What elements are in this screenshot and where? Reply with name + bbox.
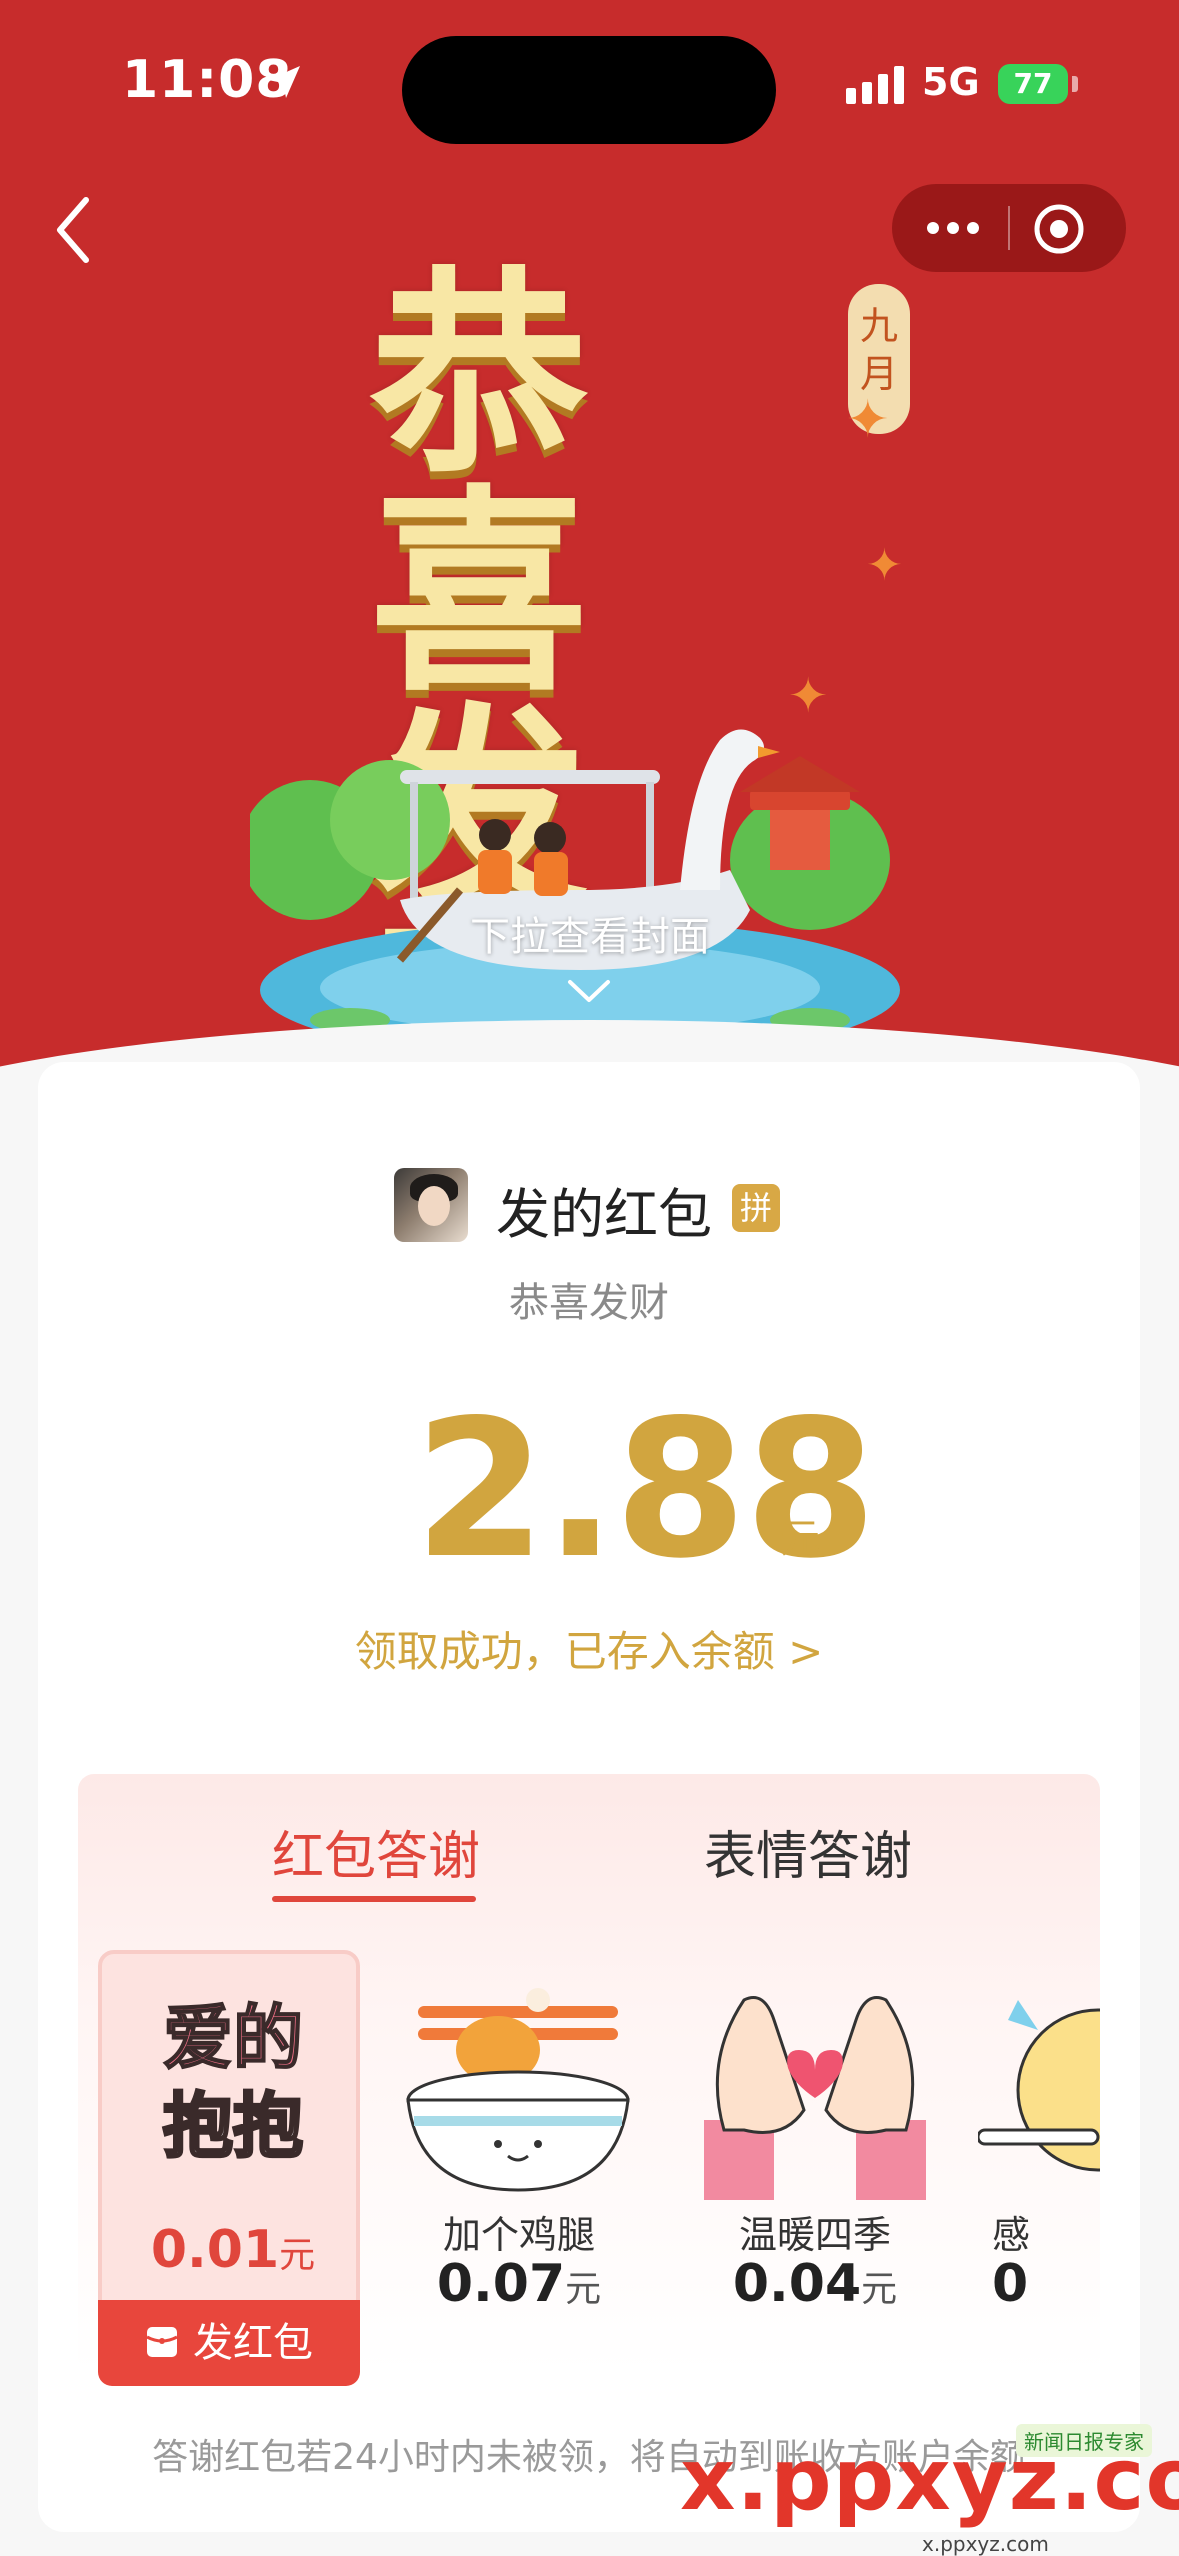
thanks-gift-partial[interactable]: 感 0 (978, 1950, 1100, 2370)
amount-unit: 元 (780, 1516, 820, 1562)
thanks-gift-warm-seasons[interactable]: 温暖四季 0.04元 (684, 1950, 946, 2370)
rice-bowl-drumstick-icon (406, 1988, 630, 2192)
swan-boat-illustration (250, 729, 900, 1060)
maple-leaf-icon: ✦ (866, 540, 903, 591)
network-type: 5G (922, 60, 980, 104)
location-arrow-icon (268, 66, 300, 98)
tab-sticker-thanks[interactable]: 表情答谢 (704, 1814, 912, 1889)
hug-art-line1: 爱的 (163, 1997, 303, 2079)
mini-program-capsule (892, 184, 1126, 272)
hug-art-line2: 抱抱 (163, 2085, 303, 2167)
cover-title-line1: 恭喜 (370, 250, 594, 721)
gift-name: 温暖四季 (738, 2213, 891, 2257)
thanks-sticker-icon (978, 2000, 1100, 2172)
red-packet-detail-card: 发的红包 拼 恭喜发财 2.88 元 领取成功，已存入余额 > 红包答谢 表情答… (38, 1062, 1140, 2532)
battery-level: 77 (998, 64, 1068, 104)
watermark-text: x.ppxyz.com (680, 2430, 1179, 2530)
capsule-divider (1008, 206, 1010, 250)
gift-name: 加个鸡腿 (442, 2213, 595, 2257)
thanks-gift-chicken-leg[interactable]: 加个鸡腿 0.07元 (388, 1950, 650, 2370)
red-packet-detail-page: 恭喜 发财 九月 ✦ ✦ ✦ (0, 0, 1179, 2556)
sender-row: 发的红包 拼 (38, 1162, 1140, 1252)
active-tab-indicator (272, 1896, 476, 1902)
dynamic-island (402, 36, 776, 144)
sender-name: 发的红包 (496, 1183, 712, 1246)
group-badge: 拼 (732, 1184, 780, 1232)
watermark-subtext: x.ppxyz.com (922, 2532, 1049, 2556)
maple-leaf-icon: ✦ (846, 390, 890, 450)
gift-price: 0.04元 (732, 2254, 898, 2314)
maple-leaf-icon: ✦ (788, 668, 829, 724)
blessing-message: 恭喜发财 (509, 1280, 669, 1326)
back-arrow-icon[interactable] (46, 190, 106, 270)
thanks-gift-hug[interactable]: 爱的 抱抱 0.01元 发红包 (98, 1950, 360, 2386)
close-mini-program-icon[interactable] (1032, 202, 1086, 256)
status-bar: 11:08 5G 77 (0, 0, 1179, 170)
gift-price: 0.01元 (150, 2220, 316, 2280)
amount-row: 2.88 元 (38, 1390, 1140, 1590)
claimed-to-balance-link[interactable]: 领取成功，已存入余额 > (38, 1618, 1140, 1679)
send-red-packet-button[interactable]: 发红包 (98, 2300, 360, 2386)
hug-sticker-art: 爱的 抱抱 (162, 1996, 305, 2169)
avatar[interactable] (394, 1168, 468, 1242)
thanks-panel: 红包答谢 表情答谢 爱的 抱抱 0.01元 发红包 加个鸡腿 0.07元 温暖四… (78, 1774, 1100, 2386)
gift-price: 0 (992, 2254, 1029, 2314)
send-button-label: 发红包 (193, 2320, 313, 2366)
gift-price: 0.07元 (436, 2254, 602, 2314)
chevron-down-icon[interactable] (566, 978, 612, 1006)
pull-to-view-cover-hint[interactable]: 下拉查看封面 (300, 904, 880, 962)
more-icon[interactable] (918, 204, 988, 252)
tab-red-packet-thanks[interactable]: 红包答谢 (272, 1814, 480, 1889)
heart-hands-icon (704, 1996, 926, 2200)
gift-name: 感 (992, 2213, 1031, 2257)
battery-cap (1072, 76, 1078, 92)
cellular-signal-icon (846, 66, 904, 104)
red-packet-icon (146, 2327, 178, 2357)
site-watermark: 新闻日报专家 x.ppxyz.com x.ppxyz.com (636, 2420, 1179, 2556)
